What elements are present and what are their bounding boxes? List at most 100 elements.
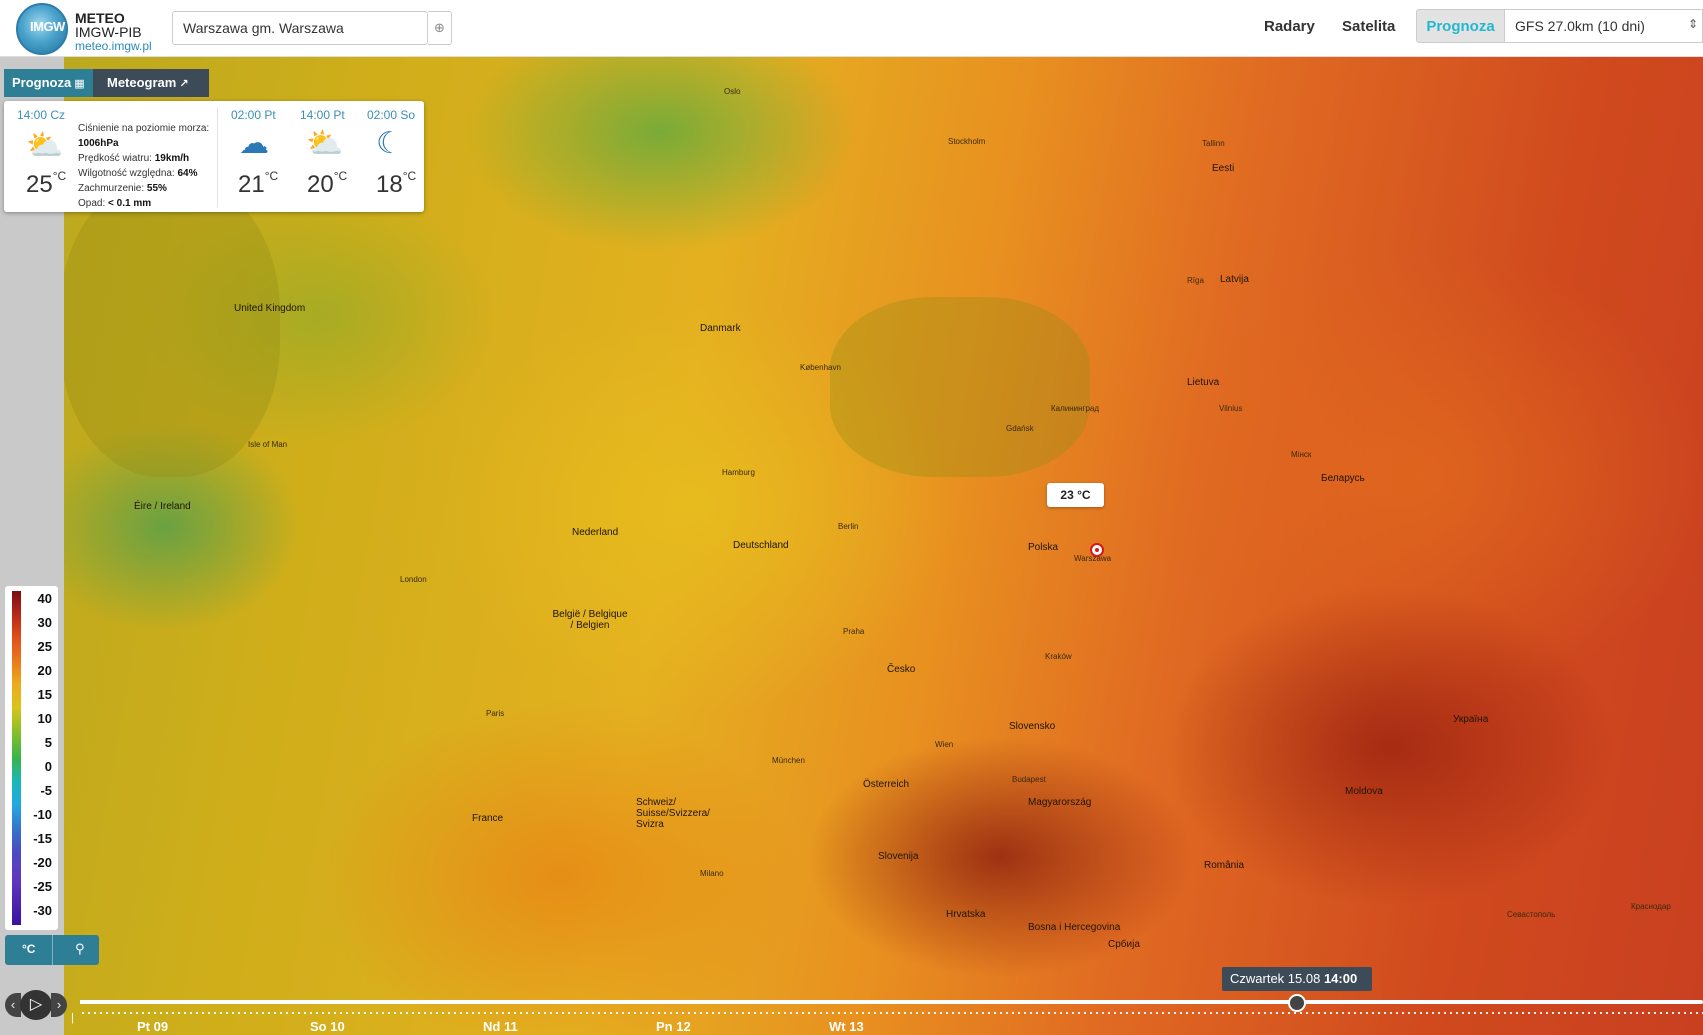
map-label-minsk: Мінск <box>1291 450 1312 459</box>
map-label-slovenija: Slovenija <box>878 851 919 862</box>
play-button[interactable]: ▷ <box>20 990 52 1020</box>
logo-text: IMGW <box>30 19 65 34</box>
brand-url[interactable]: meteo.imgw.pl <box>75 39 152 53</box>
timeline-day-label[interactable]: Nd 11 <box>483 1019 518 1034</box>
map-label-bosna: Bosna i Hercegovina <box>1028 922 1121 933</box>
map-label-belgie: België / Belgique / Belgien <box>552 609 628 631</box>
forecast-divider <box>217 107 218 207</box>
tab-meteogram[interactable]: Meteogram ↗ <box>93 69 209 97</box>
selected-location-marker[interactable] <box>1090 543 1104 557</box>
tooltip-time: 14:00 <box>1323 971 1358 986</box>
tab-prognoza-label: Prognoza <box>12 75 72 90</box>
sun-cloud-rain-icon: ⛅ <box>306 127 344 160</box>
model-select[interactable]: GFS 27.0km (10 dni) ⇕ <box>1505 9 1703 43</box>
timeline-day-label[interactable]: Wt 13 <box>829 1019 864 1034</box>
map-label-stockholm: Stockholm <box>948 137 986 146</box>
temp-unit: °C <box>52 169 67 183</box>
map-label-latvija: Latvija <box>1220 274 1249 285</box>
north-atlantic-shade <box>60 177 280 477</box>
humidity-label: Wilgotność względna: <box>78 168 175 179</box>
select-arrows-icon: ⇕ <box>1687 17 1698 31</box>
precip-label: Opad: <box>78 198 106 209</box>
map-label-praha: Praha <box>843 627 865 636</box>
legend-value: -10 <box>33 807 52 822</box>
map-label-kobenhavn: København <box>800 363 841 372</box>
map-label-hrvatska: Hrvatska <box>946 909 986 920</box>
legend-value: -5 <box>40 783 52 798</box>
legend-value: 40 <box>37 591 52 606</box>
brand[interactable]: METEO IMGW-PIB meteo.imgw.pl <box>75 11 152 53</box>
nav-satelita[interactable]: Satelita <box>1342 18 1395 35</box>
legend-value: -15 <box>33 831 52 846</box>
legend-value: 10 <box>37 711 52 726</box>
forecast-panel[interactable]: 14:00 Cz ⛅ 25°C Ciśnienie na poziomie mo… <box>4 101 424 212</box>
map-label-milano: Milano <box>700 869 724 878</box>
timeline-day-label[interactable]: So 10 <box>310 1019 345 1034</box>
legend-value: 30 <box>37 615 52 630</box>
tab-prognoza[interactable]: Prognoza ▦ <box>4 69 93 97</box>
map-label-romania: România <box>1204 860 1245 871</box>
locate-me-icon[interactable]: ⊕ <box>428 11 452 45</box>
map-label-nederland: Nederland <box>572 527 619 538</box>
map-label-kaliningrad: Калининград <box>1051 404 1100 413</box>
location-search-input[interactable]: Warszawa gm. Warszawa <box>172 11 428 45</box>
legend-color-bar <box>12 591 21 925</box>
moon-cloud-icon: ☾ <box>376 127 403 160</box>
map-label-paris: Paris <box>486 709 505 718</box>
nav-prognoza[interactable]: Prognoza <box>1416 9 1505 43</box>
nav-radary[interactable]: Radary <box>1264 18 1315 35</box>
forecast-time-2: 14:00 Pt <box>300 108 345 122</box>
timeline-day-label[interactable]: Pt 09 <box>137 1019 168 1034</box>
legend-value: 0 <box>44 759 52 774</box>
pressure-value: 1006hPa <box>78 138 119 149</box>
map-label-moldova: Moldova <box>1345 786 1383 797</box>
chart-icon: ↗ <box>179 78 189 90</box>
pressure-label: Ciśnienie na poziomie morza: <box>78 123 210 134</box>
pin-icon[interactable]: ⚲ <box>75 941 85 957</box>
map-label-oslo: Oslo <box>724 87 741 96</box>
brand-line1: METEO <box>75 10 125 26</box>
temp-unit: °C <box>402 169 417 183</box>
legend-value: -20 <box>33 855 52 870</box>
map-label-belarus: Беларусь <box>1321 473 1365 484</box>
precip-value: < 0.1 mm <box>108 198 152 209</box>
map-label-vilnius: Vilnius <box>1219 404 1243 413</box>
map-label-isle-of-man: Isle of Man <box>248 440 288 449</box>
forecast-temp-3: 18°C <box>376 169 417 199</box>
brand-line2: IMGW-PIB <box>75 24 142 40</box>
map-label-hamburg: Hamburg <box>722 468 755 477</box>
forecast-details: Ciśnienie na poziomie morza: 1006hPa Prę… <box>78 121 209 211</box>
cloud-rain-icon: ☁ <box>239 127 269 160</box>
imgw-logo[interactable]: IMGW <box>16 3 68 55</box>
humidity-value: 64% <box>177 168 198 179</box>
legend-value: 5 <box>44 735 52 750</box>
map-label-gdansk: Gdańsk <box>1006 424 1034 433</box>
timeline-day-label[interactable]: Pn 12 <box>656 1019 691 1034</box>
timeline-next-button[interactable]: › <box>51 993 67 1017</box>
map-label-sevastopol: Севастополь <box>1507 910 1556 919</box>
unit-toolbar: °C ⚲ <box>5 935 99 965</box>
map-label-tallinn: Tallinn <box>1202 139 1225 148</box>
tooltip-day: Czwartek 15.08 <box>1230 971 1321 986</box>
timeline-progress <box>80 1000 1298 1004</box>
forecast-time-3: 02:00 So <box>367 108 416 122</box>
forecast-temp-current-value: 25 <box>26 171 53 198</box>
legend-value: 20 <box>37 663 52 678</box>
forecast-temp-1-value: 21 <box>238 171 265 198</box>
map-label-berlin: Berlin <box>838 522 859 531</box>
map-label-osterreich: Österreich <box>863 779 910 790</box>
partly-cloudy-rain-icon: ⛅ <box>26 129 64 162</box>
forecast-temp-current: 25°C <box>26 169 67 199</box>
location-temperature-tag: 23 °C <box>1047 483 1104 507</box>
forecast-time-current: 14:00 Cz <box>17 108 66 122</box>
unit-celsius-button[interactable]: °C <box>22 942 35 956</box>
timeline-track[interactable] <box>80 1000 1703 1004</box>
tab-meteogram-label: Meteogram <box>107 75 177 90</box>
map-label-slovensko: Slovensko <box>1009 721 1056 732</box>
temp-unit: °C <box>264 169 279 183</box>
timeline-handle[interactable] <box>1288 994 1306 1012</box>
timeline-prev-button[interactable]: ‹ <box>5 993 21 1017</box>
forecast-temp-2: 20°C <box>307 169 347 199</box>
unit-separator <box>52 935 53 965</box>
map-label-krakow: Kraków <box>1045 652 1072 661</box>
